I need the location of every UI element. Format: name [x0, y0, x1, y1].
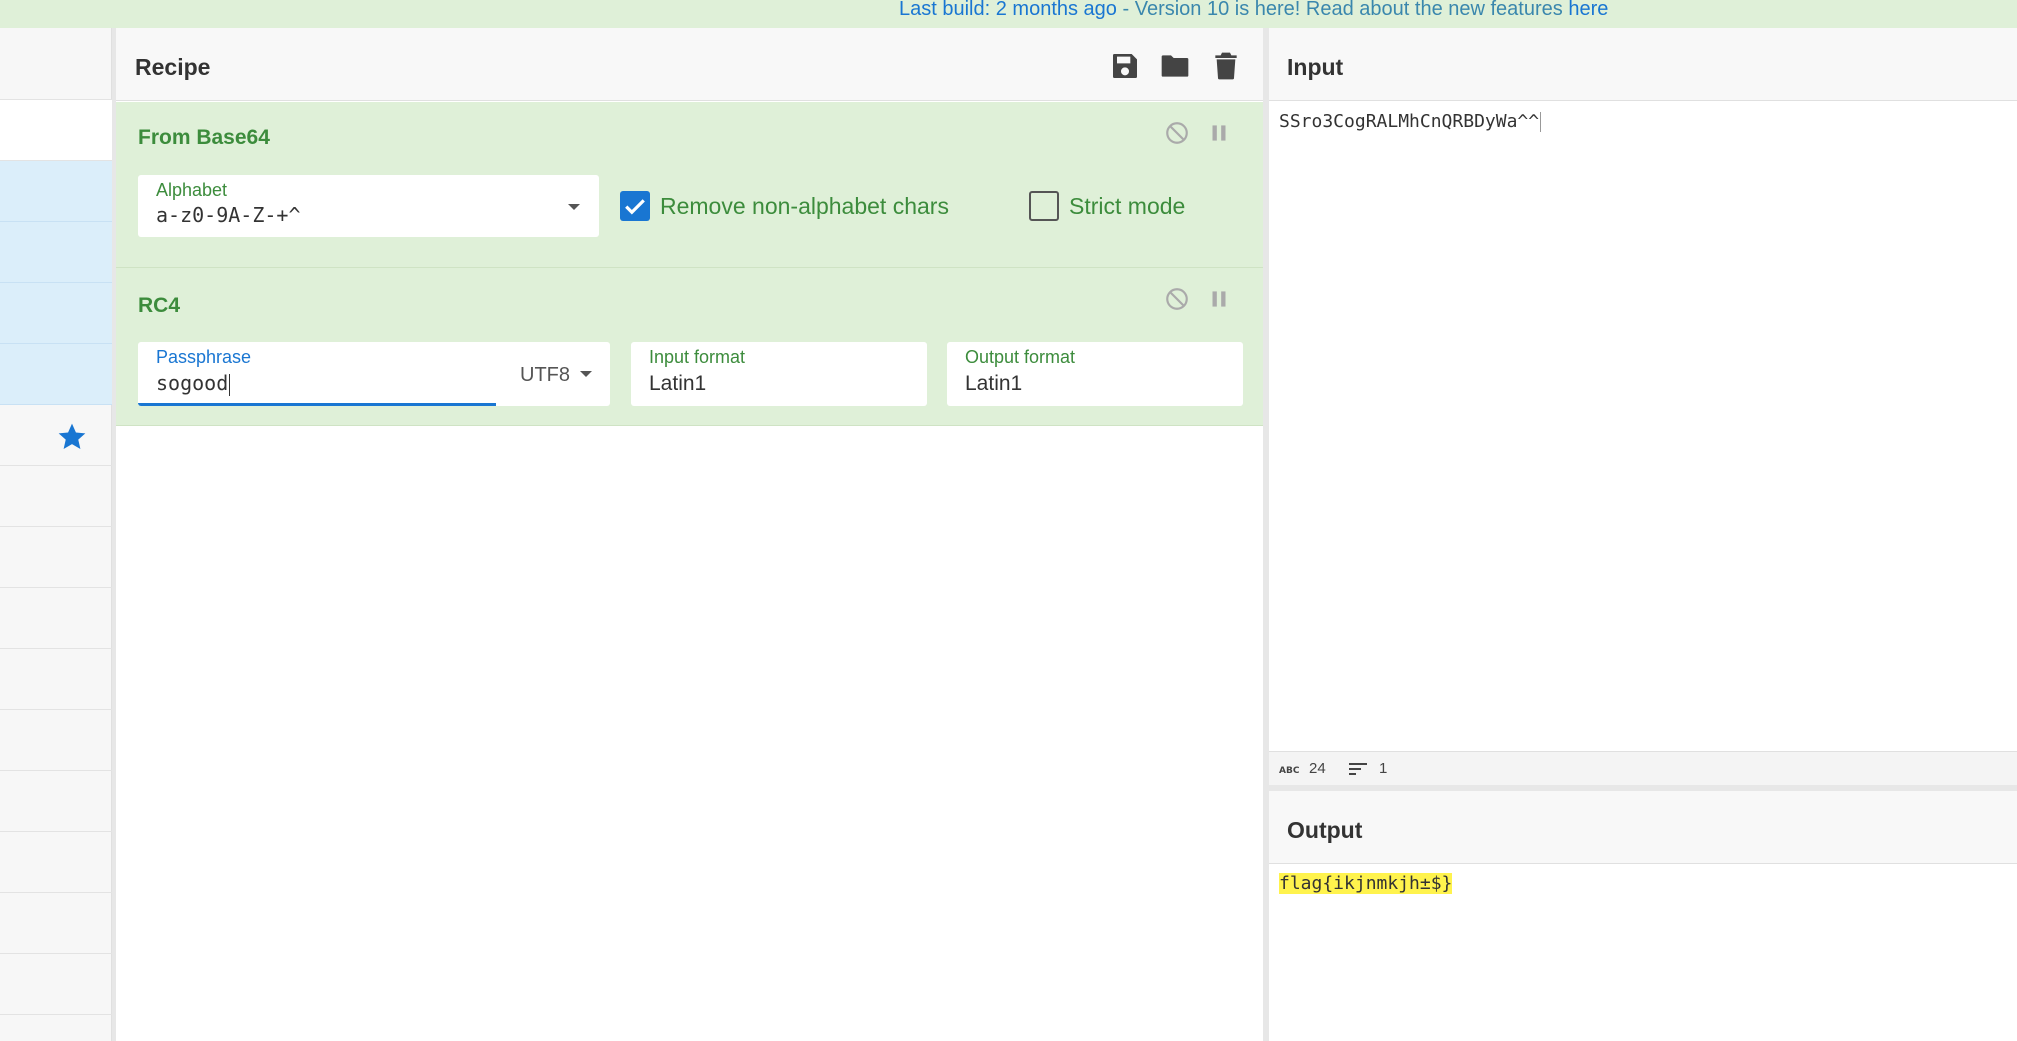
remove-nonalphabet-label: Remove non-alphabet chars: [660, 192, 949, 219]
input-text: SSro3CogRALMhCnQRBDyWa^^: [1279, 111, 1540, 132]
breakpoint-icon[interactable]: [1206, 286, 1232, 312]
output-text: flag{ikjnmkjh±$}: [1279, 873, 1453, 894]
favourites-category[interactable]: [0, 405, 112, 466]
output-textarea[interactable]: flag{ikjnmkjh±$}: [1279, 873, 1453, 894]
operations-search[interactable]: [0, 100, 112, 161]
category-item[interactable]: [0, 771, 112, 832]
recipe-header: Recipe: [116, 28, 1263, 101]
remove-nonalphabet-checkbox[interactable]: Remove non-alphabet chars: [620, 191, 949, 221]
output-format-label: Output format: [965, 347, 1076, 367]
operations-header: [0, 28, 112, 100]
operation-rc4: RC4 Passphrase sogood UTF8 Input format …: [116, 268, 1263, 426]
category-item[interactable]: [0, 832, 112, 893]
category-item[interactable]: [0, 527, 112, 588]
output-header: Output: [1269, 791, 2017, 864]
input-format-value: Latin1: [649, 372, 707, 395]
encoding-dropdown[interactable]: UTF8: [520, 364, 592, 387]
banner-message: Last build: 2 months ago - Version 10 is…: [899, 0, 1608, 20]
checkbox-unchecked[interactable]: [1029, 191, 1059, 221]
lines-stat: 1: [1349, 760, 1387, 777]
text-cursor: [1540, 112, 1542, 132]
chevron-down-icon: [579, 371, 592, 377]
alphabet-select[interactable]: Alphabet a-z0-9A-Z-+^: [138, 175, 599, 237]
category-item[interactable]: [0, 588, 112, 649]
input-format-label: Input format: [649, 347, 746, 367]
text-cursor: [229, 373, 231, 396]
category-item[interactable]: [0, 466, 112, 527]
passphrase-underline: [138, 403, 496, 406]
category-item[interactable]: [0, 893, 112, 954]
banner-separator: -: [1116, 0, 1135, 20]
operation-item[interactable]: [0, 344, 112, 405]
checkmark-icon: [625, 199, 645, 215]
operations-sidebar: [0, 28, 112, 1041]
passphrase-label: Passphrase: [156, 347, 252, 367]
operation-title: From Base64: [138, 126, 270, 149]
output-format-select[interactable]: Output format Latin1: [947, 342, 1243, 406]
disable-icon[interactable]: [1164, 286, 1190, 312]
strict-mode-label: Strict mode: [1069, 192, 1186, 219]
input-format-select[interactable]: Input format Latin1: [631, 342, 927, 406]
operation-item[interactable]: [0, 283, 112, 344]
io-panel: Input SSro3CogRALMhCnQRBDyWa^^ ABC 24 1 …: [1269, 28, 2017, 1041]
update-banner: Last build: 2 months ago - Version 10 is…: [0, 0, 2017, 28]
input-header: Input: [1269, 28, 2017, 101]
star-icon: [58, 423, 86, 449]
category-item[interactable]: [0, 710, 112, 771]
new-features-link[interactable]: here: [1568, 0, 1608, 20]
operation-item[interactable]: [0, 161, 112, 222]
output-format-value: Latin1: [965, 372, 1023, 395]
lines-icon: [1349, 762, 1367, 775]
lines-value: 1: [1379, 760, 1388, 777]
last-build-link[interactable]: Last build: 2 months ago: [899, 0, 1117, 20]
recipe-panel: Recipe From Base64 Alphabet a-z0-9A-Z-+^: [116, 28, 1263, 1041]
input-title: Input: [1287, 54, 1344, 80]
operation-item[interactable]: [0, 222, 112, 283]
strict-mode-checkbox[interactable]: Strict mode: [1029, 191, 1185, 221]
input-textarea[interactable]: SSro3CogRALMhCnQRBDyWa^^: [1279, 111, 1542, 132]
input-status-bar: ABC 24 1: [1269, 751, 2017, 785]
passphrase-input[interactable]: sogood: [156, 371, 231, 396]
save-icon[interactable]: [1109, 50, 1141, 82]
breakpoint-icon[interactable]: [1206, 120, 1232, 146]
length-value: 24: [1309, 760, 1326, 777]
abc-icon: ABC: [1279, 766, 1300, 776]
svg-text:ABC: ABC: [1279, 766, 1300, 776]
folder-icon[interactable]: [1159, 50, 1191, 82]
alphabet-value: a-z0-9A-Z-+^: [156, 203, 301, 227]
recipe-title: Recipe: [135, 54, 211, 80]
disable-icon[interactable]: [1164, 120, 1190, 146]
operation-title: RC4: [138, 294, 181, 317]
output-title: Output: [1287, 817, 1363, 843]
passphrase-field: Passphrase sogood UTF8: [138, 342, 610, 406]
operation-from-base64: From Base64 Alphabet a-z0-9A-Z-+^ Remove…: [116, 102, 1263, 268]
version-notice-text: Version 10 is here! Read about the new f…: [1134, 0, 1569, 20]
alphabet-label: Alphabet: [156, 180, 228, 200]
checkbox-checked[interactable]: [620, 191, 650, 221]
encoding-value: UTF8: [520, 364, 570, 386]
length-stat: ABC 24: [1279, 760, 1326, 777]
category-item[interactable]: [0, 954, 112, 1015]
trash-icon[interactable]: [1210, 50, 1242, 82]
passphrase-value: sogood: [156, 371, 229, 395]
chevron-down-icon: [568, 204, 580, 210]
category-item[interactable]: [0, 649, 112, 710]
